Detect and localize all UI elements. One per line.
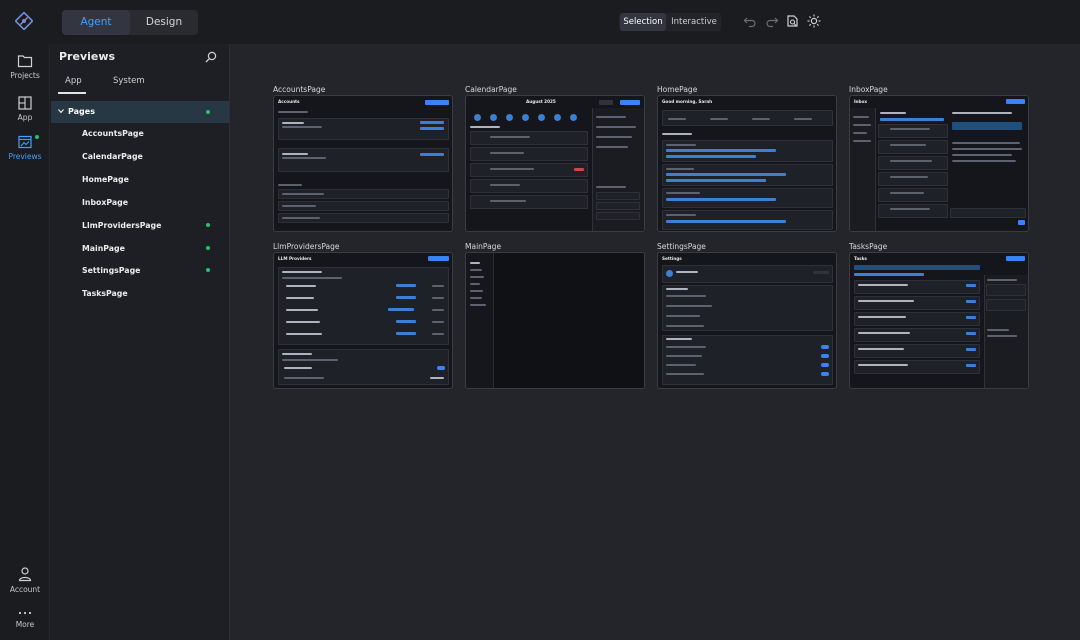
preview-label: MainPage	[465, 242, 502, 251]
sidebar-item-label: TasksPage	[82, 289, 128, 298]
app-logo-icon[interactable]	[15, 12, 33, 30]
preview-thumbnail: Settings	[657, 252, 837, 389]
interactive-mode-button[interactable]: Interactive	[668, 13, 720, 31]
preview-thumbnail: Inbox	[849, 95, 1029, 232]
user-icon	[18, 567, 32, 582]
agent-mode-button[interactable]: Agent	[62, 10, 130, 35]
preview-card-main[interactable]: MainPage	[465, 242, 645, 389]
chevron-down-icon	[58, 109, 64, 114]
active-tab-indicator	[58, 92, 86, 94]
theme-sun-icon[interactable]	[806, 13, 822, 29]
unsaved-status-dot	[206, 223, 210, 227]
thumb-title: Tasks	[854, 256, 867, 261]
rail-item-previews[interactable]: Previews	[0, 135, 50, 173]
pages-status-dot	[206, 110, 210, 114]
left-rail: Projects App Previews Account More	[0, 44, 50, 640]
design-mode-button[interactable]: Design	[130, 10, 198, 35]
preview-card-home[interactable]: HomePage Good morning, Sarah	[657, 85, 837, 232]
preview-thumbnail: LLM Providers	[273, 252, 453, 389]
tab-system[interactable]: System	[113, 76, 145, 86]
unsaved-status-dot	[206, 268, 210, 272]
preview-label: CalendarPage	[465, 85, 517, 94]
sidebar-item-label: CalendarPage	[82, 152, 143, 161]
top-bar: Agent Design Selection Interactive	[0, 0, 1080, 44]
sidebar-item-label: InboxPage	[82, 198, 129, 207]
thumb-title: Good morning, Sarah	[662, 99, 713, 104]
sidebar-item-settings-page[interactable]: SettingsPage	[51, 260, 229, 282]
rail-label-previews: Previews	[8, 152, 42, 161]
unsaved-status-dot	[206, 246, 210, 250]
rail-label-more: More	[15, 620, 35, 629]
thumb-title: August 2025	[526, 99, 556, 104]
preview-card-tasks[interactable]: TasksPage Tasks	[849, 242, 1029, 389]
undo-icon[interactable]	[742, 13, 758, 29]
snapshot-icon[interactable]	[785, 13, 801, 29]
view-mode-toggle: Selection Interactive	[619, 13, 721, 31]
preview-thumbnail: Accounts	[273, 95, 453, 232]
preview-label: HomePage	[657, 85, 698, 94]
thumb-title: LLM Providers	[278, 256, 312, 261]
preview-card-inbox[interactable]: InboxPage Inbox	[849, 85, 1029, 232]
sidebar-item-label: AccountsPage	[82, 129, 144, 138]
preview-card-accounts[interactable]: AccountsPage Accounts	[273, 85, 453, 232]
sidebar-title: Previews	[59, 50, 116, 63]
sidebar-item-label: SettingsPage	[82, 266, 141, 275]
selection-mode-button[interactable]: Selection	[620, 13, 666, 31]
folder-icon	[17, 55, 33, 68]
preview-label: AccountsPage	[273, 85, 326, 94]
rail-item-projects[interactable]: Projects	[0, 54, 50, 92]
preview-card-calendar[interactable]: CalendarPage August 2025	[465, 85, 645, 232]
previews-icon	[18, 135, 32, 149]
sidebar-item-llm-providers-page[interactable]: LlmProvidersPage	[51, 215, 229, 237]
sidebar-item-accounts-page[interactable]: AccountsPage	[51, 123, 229, 145]
sidebar-item-home-page[interactable]: HomePage	[51, 169, 229, 191]
preview-thumbnail: Good morning, Sarah	[657, 95, 837, 232]
redo-icon[interactable]	[764, 13, 780, 29]
preview-card-llm-providers[interactable]: LlmProvidersPage LLM Providers	[273, 242, 453, 389]
thumb-title: Settings	[662, 256, 682, 261]
sidebar-item-tasks-page[interactable]: TasksPage	[51, 283, 229, 305]
thumb-title: Accounts	[278, 99, 300, 104]
preview-label: SettingsPage	[657, 242, 706, 251]
preview-canvas: AccountsPage Accounts CalendarPage Augus…	[229, 44, 1080, 640]
mode-switch: Agent Design	[62, 10, 198, 35]
rail-label-app: App	[17, 113, 33, 122]
preview-card-settings[interactable]: SettingsPage Settings	[657, 242, 837, 389]
app-grid-icon	[18, 96, 32, 110]
sidebar-item-label: LlmProvidersPage	[82, 221, 162, 230]
sidebar-item-calendar-page[interactable]: CalendarPage	[51, 146, 229, 168]
sidebar-item-main-page[interactable]: MainPage	[51, 238, 229, 260]
pages-group[interactable]: Pages	[51, 101, 229, 123]
more-dots-icon	[18, 611, 32, 615]
previews-sidebar: Previews App System Pages AccountsPage C…	[51, 44, 229, 640]
preview-label: InboxPage	[849, 85, 888, 94]
rail-item-app[interactable]: App	[0, 96, 50, 134]
previews-status-dot	[35, 135, 39, 139]
rail-label-projects: Projects	[10, 71, 40, 80]
sidebar-item-label: HomePage	[82, 175, 129, 184]
preview-thumbnail: Tasks	[849, 252, 1029, 389]
preview-thumbnail	[465, 252, 645, 389]
sidebar-item-label: MainPage	[82, 244, 125, 253]
preview-grid: AccountsPage Accounts CalendarPage Augus…	[229, 44, 1080, 640]
pages-group-label: Pages	[68, 107, 95, 116]
rail-item-account[interactable]: Account	[0, 566, 50, 604]
sidebar-item-inbox-page[interactable]: InboxPage	[51, 192, 229, 214]
search-icon[interactable]	[205, 51, 217, 63]
preview-label: LlmProvidersPage	[273, 242, 340, 251]
rail-item-more[interactable]: More	[0, 609, 50, 640]
tab-app[interactable]: App	[65, 76, 82, 86]
thumb-title: Inbox	[854, 99, 868, 104]
rail-label-account: Account	[9, 585, 41, 594]
preview-label: TasksPage	[849, 242, 888, 251]
preview-thumbnail: August 2025	[465, 95, 645, 232]
